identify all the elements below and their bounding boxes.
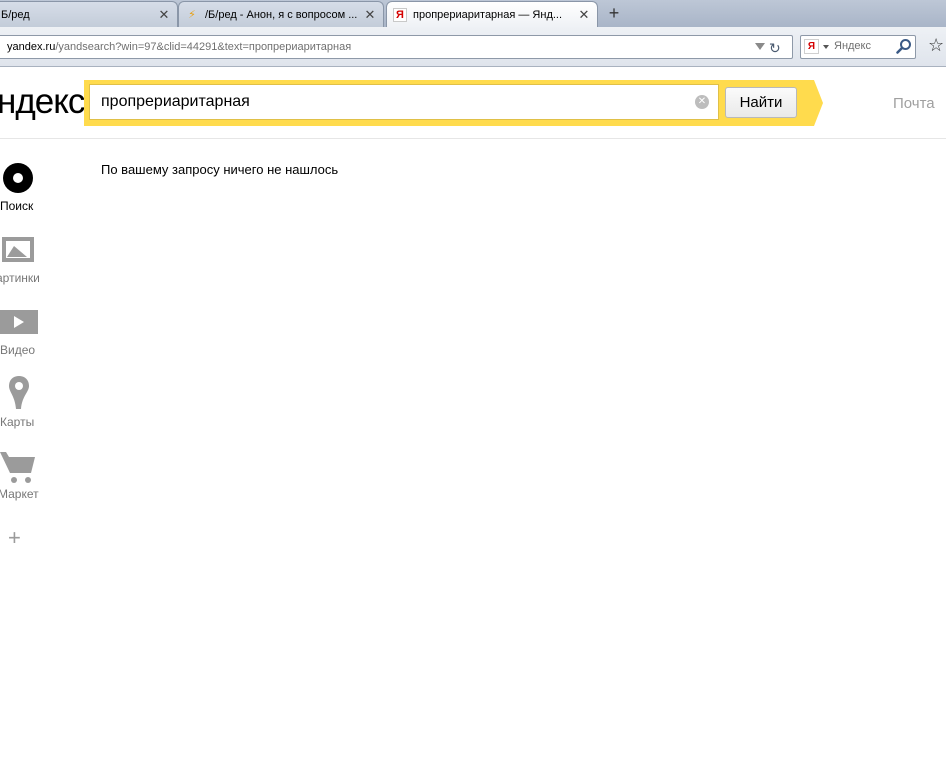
service-maps[interactable]: Карты — [0, 375, 42, 433]
service-label: Поиск — [0, 199, 34, 213]
images-icon — [2, 237, 34, 262]
clear-icon[interactable]: ✕ — [695, 95, 709, 109]
url-host: yandex.ru — [7, 41, 56, 53]
star-icon[interactable]: ☆ — [928, 35, 944, 56]
search-input[interactable]: пропрериаритарная — [89, 84, 719, 120]
service-label: Видео — [0, 343, 36, 357]
tab-bar: Б/ред ✕ ⚡ /Б/ред - Анон, я с вопросом ..… — [0, 0, 946, 27]
search-engine-placeholder: Яндекс — [834, 40, 871, 52]
tab-title: пропрериаритарная — Янд... — [413, 9, 563, 21]
shopping-cart-icon — [0, 449, 36, 485]
browser-search-box[interactable]: Я Яндекс — [800, 35, 916, 59]
yandex-logo[interactable]: ндекс — [0, 82, 85, 122]
service-label: Карты — [0, 415, 35, 429]
plus-icon: + — [8, 525, 21, 550]
close-tab-icon[interactable]: ✕ — [577, 7, 591, 23]
no-results-message: По вашему запросу ничего не нашлось — [101, 162, 339, 177]
tab-b-red[interactable]: Б/ред ✕ — [0, 1, 178, 27]
service-market[interactable]: Маркет — [0, 449, 42, 503]
tab-b-red-anon[interactable]: ⚡ /Б/ред - Анон, я с вопросом ... ✕ — [178, 1, 384, 27]
bolt-icon: ⚡ — [188, 9, 196, 21]
service-label: Маркет — [0, 487, 39, 501]
service-video[interactable]: Видео — [0, 310, 42, 362]
tab-yandex-search[interactable]: Я пропрериаритарная — Янд... ✕ — [386, 1, 598, 27]
service-label: Картинки — [0, 271, 40, 285]
navigation-toolbar: yandex.ru/yandsearch?win=97&clid=44291&t… — [0, 27, 946, 67]
video-icon — [0, 310, 38, 334]
reload-icon[interactable]: ↻ — [769, 37, 781, 58]
yandex-header: ндекс пропрериаритарная ✕ Найти Почта — [0, 67, 946, 139]
chevron-down-icon[interactable] — [755, 43, 765, 50]
service-search[interactable]: Поиск — [0, 163, 42, 215]
new-tab-icon[interactable]: + — [605, 3, 623, 23]
yandex-icon: Я — [393, 8, 407, 22]
magnifier-icon[interactable] — [896, 38, 912, 57]
tab-title: Б/ред — [1, 8, 30, 21]
mail-link[interactable]: Почта — [893, 95, 935, 112]
tab-title: /Б/ред - Анон, я с вопросом ... — [205, 8, 358, 21]
close-tab-icon[interactable]: ✕ — [157, 7, 171, 23]
close-tab-icon[interactable]: ✕ — [363, 7, 377, 23]
find-button[interactable]: Найти — [725, 87, 797, 118]
address-bar[interactable]: yandex.ru/yandsearch?win=97&clid=44291&t… — [0, 35, 793, 59]
map-pin-icon — [7, 375, 31, 411]
chevron-down-icon[interactable] — [823, 45, 829, 49]
url-path: /yandsearch?win=97&clid=44291&text=пропр… — [55, 41, 352, 53]
service-more[interactable]: + — [0, 525, 42, 553]
service-images[interactable]: Картинки — [0, 237, 42, 289]
search-circle-icon — [3, 163, 33, 193]
yandex-icon[interactable]: Я — [804, 39, 819, 54]
